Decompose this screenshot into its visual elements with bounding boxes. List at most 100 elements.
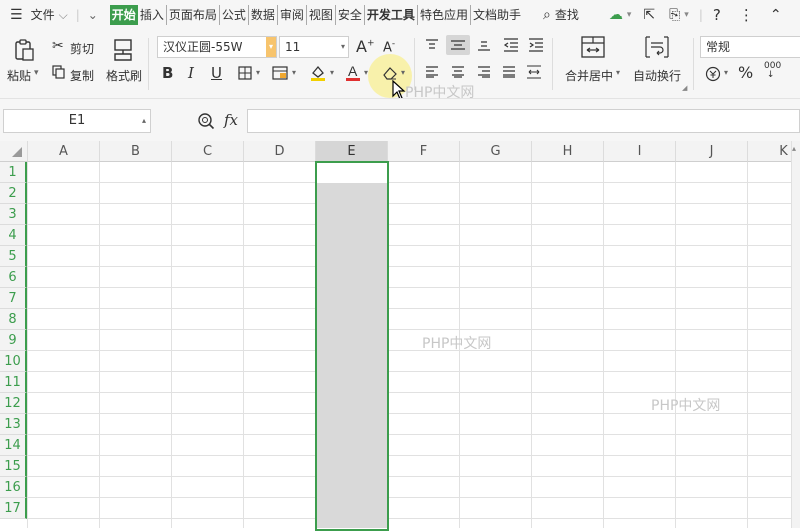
cell-gridlines bbox=[0, 141, 800, 528]
currency-dropdown-icon[interactable]: ▾ bbox=[724, 68, 728, 77]
more-options-icon[interactable]: ⋮ bbox=[737, 5, 756, 25]
paste-dropdown-icon[interactable]: ▾ bbox=[34, 68, 39, 78]
selection-border bbox=[315, 161, 389, 531]
gridline-path bbox=[28, 162, 800, 528]
font-size-select[interactable]: 11 ▾ bbox=[279, 36, 349, 58]
bold-icon[interactable]: B bbox=[162, 64, 173, 82]
search-label[interactable]: 查找 bbox=[553, 5, 581, 25]
zoom-lookup-icon[interactable] bbox=[197, 112, 215, 133]
align-top-icon[interactable] bbox=[425, 39, 439, 54]
ribbon-divider bbox=[148, 38, 149, 90]
tab-review[interactable]: 审阅 bbox=[278, 5, 306, 25]
search-icon[interactable]: ⌕ bbox=[541, 5, 553, 25]
tab-data[interactable]: 数据 bbox=[249, 5, 277, 25]
cell-style-dropdown-icon[interactable]: ▾ bbox=[292, 68, 296, 77]
format-painter-icon[interactable] bbox=[112, 38, 134, 65]
tab-insert[interactable]: 插入 bbox=[138, 5, 166, 25]
wrap-text-button[interactable]: 自动换行 bbox=[633, 67, 681, 84]
percent-icon[interactable]: % bbox=[738, 63, 753, 82]
format-painter-button[interactable]: 格式刷 bbox=[106, 67, 142, 84]
tab-doc-assistant[interactable]: 文档助手 bbox=[471, 5, 523, 25]
wrap-text-icon[interactable] bbox=[645, 36, 669, 61]
more-tools-dropdown-icon[interactable]: ▾ bbox=[682, 5, 691, 25]
tab-formulas[interactable]: 公式 bbox=[220, 5, 248, 25]
fill-color-icon[interactable] bbox=[309, 64, 327, 85]
insert-function-icon[interactable]: fx bbox=[224, 111, 238, 129]
copy-button[interactable]: 复制 bbox=[70, 67, 94, 84]
decrease-font-size-icon[interactable]: A- bbox=[383, 39, 395, 55]
font-color-icon[interactable]: A bbox=[345, 63, 361, 85]
align-bottom-icon[interactable] bbox=[477, 39, 491, 54]
svg-text:A: A bbox=[348, 63, 358, 79]
watermark-text: PHP中文网 bbox=[422, 333, 491, 353]
scissors-icon[interactable]: ✂ bbox=[52, 38, 64, 54]
borders-dropdown-icon[interactable]: ▾ bbox=[256, 68, 260, 77]
copy-icon[interactable] bbox=[52, 65, 66, 82]
merge-center-dropdown-icon[interactable]: ▾ bbox=[616, 68, 620, 77]
eraser-dropdown-icon[interactable]: ▾ bbox=[401, 68, 405, 77]
scroll-up-icon[interactable]: ▴ bbox=[792, 144, 796, 153]
cut-button[interactable]: 剪切 bbox=[70, 40, 94, 57]
increase-indent-icon[interactable] bbox=[528, 38, 544, 55]
tab-features[interactable]: 特色应用 bbox=[418, 5, 470, 25]
ribbon-divider bbox=[693, 38, 694, 90]
justify-icon[interactable] bbox=[502, 66, 516, 81]
tab-security[interactable]: 安全 bbox=[336, 5, 364, 25]
share-icon[interactable]: ⇱ bbox=[641, 5, 657, 25]
quick-access-dropdown-icon[interactable]: ⌄ bbox=[86, 5, 100, 25]
paste-button[interactable]: 粘贴 bbox=[7, 67, 31, 84]
thousands-separator-icon[interactable]: 000 ↓ bbox=[764, 62, 781, 80]
divider: | bbox=[697, 5, 705, 25]
number-format-value: 常规 bbox=[706, 40, 730, 54]
font-name-value: 汉仪正圆-55W bbox=[163, 40, 242, 54]
italic-icon[interactable]: I bbox=[188, 64, 194, 82]
tab-home[interactable]: 开始 bbox=[110, 5, 138, 25]
align-center-icon[interactable] bbox=[451, 66, 465, 81]
vertical-scrollbar[interactable]: ▴ bbox=[791, 141, 800, 528]
watermark-text: PHP中文网 bbox=[651, 395, 720, 415]
currency-icon[interactable] bbox=[705, 66, 721, 85]
tab-page-layout[interactable]: 页面布局 bbox=[167, 5, 219, 25]
align-right-icon[interactable] bbox=[477, 66, 491, 81]
align-middle-icon[interactable] bbox=[446, 35, 470, 55]
ribbon-divider bbox=[552, 38, 553, 90]
font-size-value: 11 bbox=[285, 40, 300, 54]
merge-center-button[interactable]: 合并居中 bbox=[565, 67, 613, 84]
mouse-pointer-icon bbox=[392, 80, 406, 100]
formula-input[interactable] bbox=[247, 109, 800, 133]
font-name-select[interactable]: 汉仪正圆-55W ▾ bbox=[157, 36, 277, 58]
file-dropdown-icon[interactable]: ⌵ bbox=[57, 5, 70, 25]
paste-icon[interactable] bbox=[12, 38, 36, 65]
divider: | bbox=[74, 5, 82, 25]
menu-bar: ☰ 文件 ⌵ | ⌄ 开始 插入 页面布局 公式 数据 审阅 视图 安全 开发工… bbox=[0, 0, 800, 30]
ribbon-toolbar: 粘贴 ▾ ✂ 剪切 复制 格式刷 汉仪正圆-55W ▾ 11 ▾ A+ A- B… bbox=[0, 30, 800, 98]
collapse-ribbon-icon[interactable]: ⌃ bbox=[768, 5, 784, 25]
distributed-align-icon[interactable] bbox=[526, 65, 542, 82]
cloud-dropdown-icon[interactable]: ▾ bbox=[625, 5, 634, 25]
cloud-sync-icon[interactable]: ☁ bbox=[607, 5, 625, 25]
name-box-value: E1 bbox=[69, 113, 86, 128]
tab-developer[interactable]: 开发工具 bbox=[365, 5, 417, 25]
watermark-text: PHP中文网 bbox=[405, 82, 474, 102]
help-icon[interactable]: ? bbox=[711, 5, 723, 25]
font-name-dropdown-icon[interactable]: ▾ bbox=[266, 37, 276, 57]
merge-center-icon[interactable] bbox=[581, 36, 605, 61]
decrease-indent-icon[interactable] bbox=[503, 38, 519, 55]
tab-view[interactable]: 视图 bbox=[307, 5, 335, 25]
file-menu[interactable]: 文件 bbox=[29, 5, 57, 25]
formula-bar: E1 ▴ fx bbox=[0, 98, 800, 141]
fill-color-dropdown-icon[interactable]: ▾ bbox=[330, 68, 334, 77]
number-format-select[interactable]: 常规 bbox=[700, 36, 800, 58]
align-left-icon[interactable] bbox=[425, 66, 439, 81]
hamburger-menu-icon[interactable]: ☰ bbox=[8, 5, 25, 25]
cell-style-icon[interactable] bbox=[272, 66, 288, 83]
worksheet-grid[interactable]: ABCDEFGHIJK 1234567891011121314151617 ▴ … bbox=[0, 141, 800, 528]
name-box-dropdown-icon[interactable]: ▴ bbox=[142, 110, 146, 132]
font-size-dropdown-icon[interactable]: ▾ bbox=[341, 37, 345, 57]
borders-icon[interactable] bbox=[238, 66, 252, 83]
more-tools-icon[interactable]: ⎘ bbox=[667, 5, 682, 25]
increase-font-size-icon[interactable]: A+ bbox=[356, 37, 375, 56]
name-box[interactable]: E1 ▴ bbox=[3, 109, 151, 133]
underline-icon[interactable]: U bbox=[211, 64, 222, 82]
alignment-settings-icon[interactable]: ◢ bbox=[682, 84, 687, 92]
